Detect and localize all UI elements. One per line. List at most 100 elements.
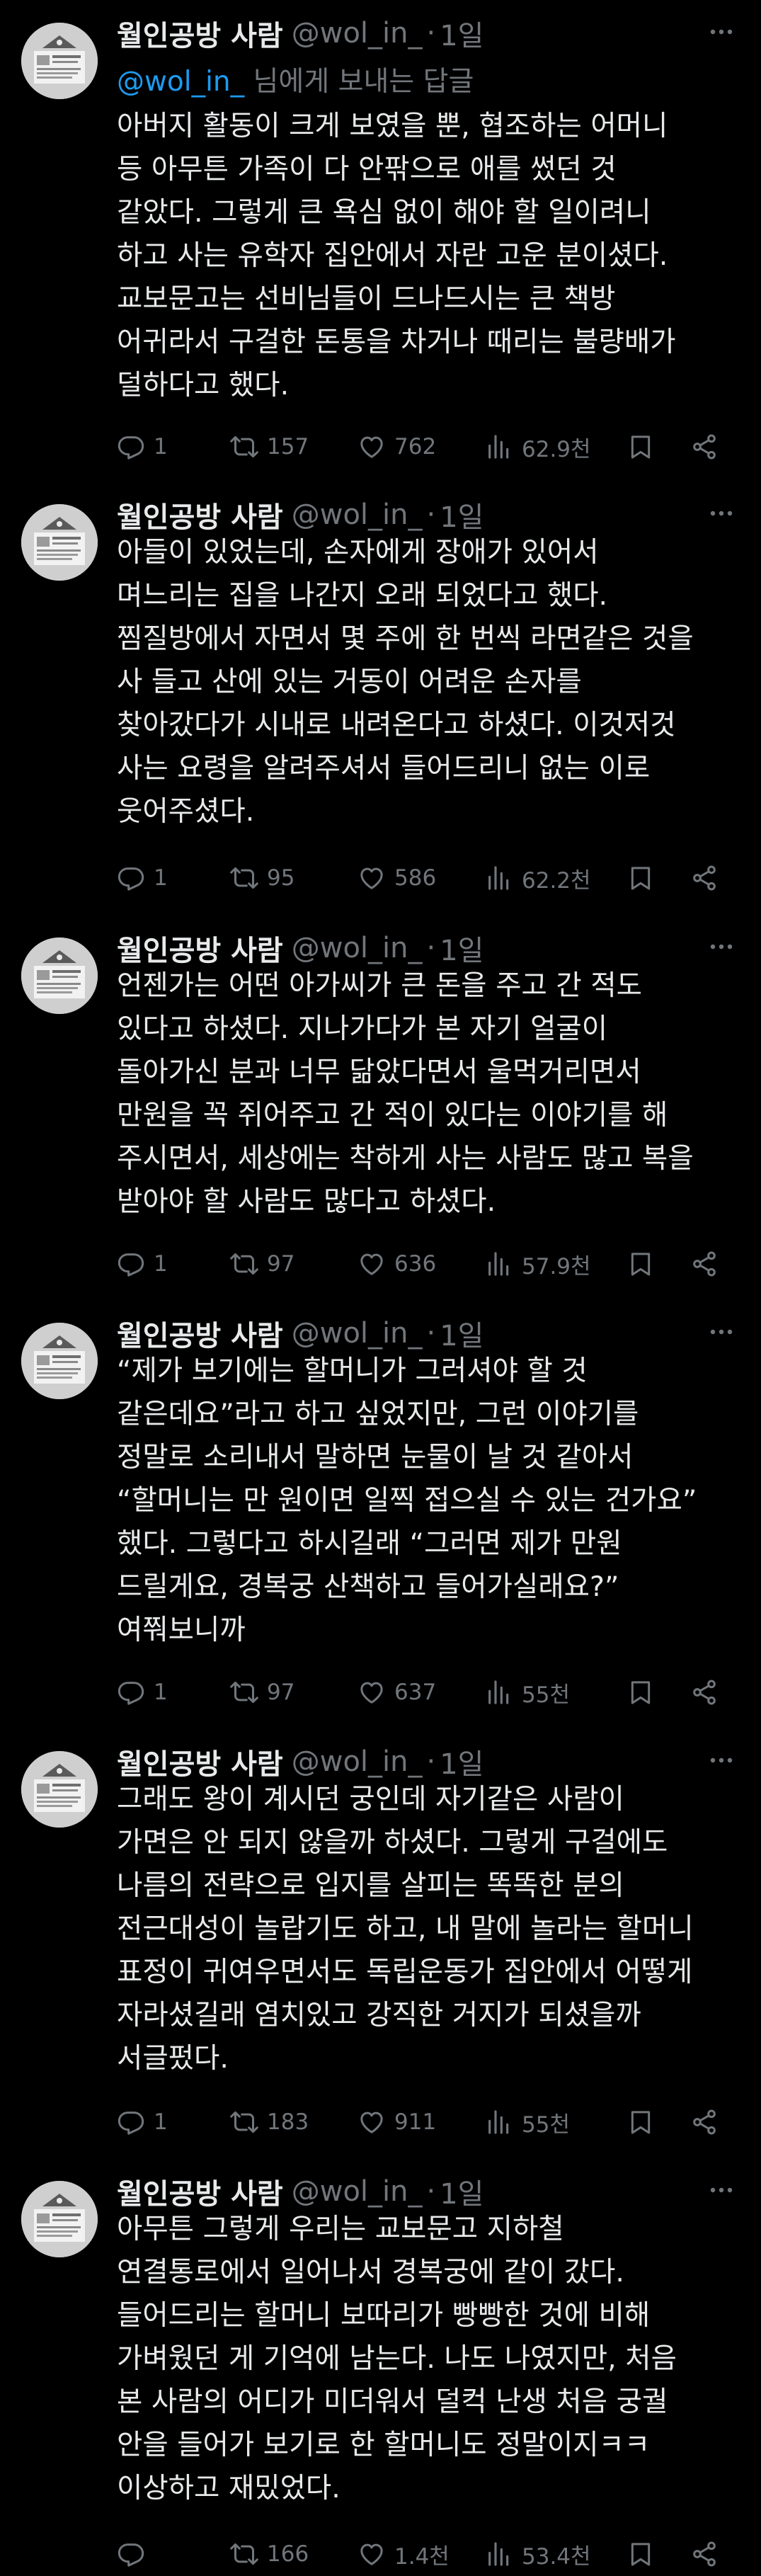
- tweet[interactable]: 월인공방 사람 @wol_in_ · 1일 그래도 왕이 계시던 궁인데 자기같…: [0, 1728, 761, 2158]
- avatar[interactable]: [21, 1323, 98, 1399]
- tweet[interactable]: 월인공방 사람 @wol_in_ · 1일 아들이 있었는데, 손자에게 장애가…: [0, 481, 761, 915]
- like-button[interactable]: 637: [357, 1678, 485, 1706]
- avatar[interactable]: [21, 1751, 98, 1828]
- bookmark-button[interactable]: [626, 1678, 655, 1706]
- tweet[interactable]: 월인공방 사람 @wol_in_ · 1일 언젠가는 어떤 아가씨가 큰 돈을 …: [0, 915, 761, 1300]
- views-button[interactable]: 62.2천: [485, 862, 626, 894]
- tweet-header: 월인공방 사람 @wol_in_ · 1일: [117, 928, 740, 969]
- timestamp[interactable]: 1일: [440, 494, 484, 535]
- more-icon[interactable]: [707, 496, 736, 531]
- author-name[interactable]: 월인공방 사람: [117, 13, 283, 54]
- reply-icon: [118, 1682, 144, 1705]
- heart-icon: [360, 2543, 383, 2565]
- author-handle[interactable]: @wol_in_: [292, 1317, 423, 1350]
- retweet-icon: [230, 1253, 258, 1275]
- retweet-button[interactable]: 157: [230, 433, 357, 461]
- tweet[interactable]: 월인공방 사람 @wol_in_ · 1일 아무튼 그렇게 우리는 교보문고 지…: [0, 2158, 761, 2576]
- more-icon[interactable]: [707, 1314, 736, 1350]
- author-handle[interactable]: @wol_in_: [292, 498, 423, 531]
- reply-button[interactable]: 1: [117, 1678, 230, 1706]
- action-bar: 1 183 911 55천: [117, 2104, 740, 2140]
- views-icon: [488, 435, 509, 459]
- views-button[interactable]: 62.9천: [485, 431, 626, 463]
- more-icon[interactable]: [707, 14, 736, 50]
- retweet-button[interactable]: 97: [230, 1678, 357, 1706]
- views-button[interactable]: 57.9천: [485, 1248, 626, 1280]
- author-name[interactable]: 월인공방 사람: [117, 1313, 283, 1354]
- more-icon[interactable]: [707, 1743, 736, 1778]
- like-button[interactable]: 911: [357, 2108, 485, 2136]
- share-button[interactable]: [690, 2108, 719, 2136]
- bookmark-button[interactable]: [626, 433, 655, 461]
- like-count: 911: [394, 2109, 437, 2135]
- avatar[interactable]: [21, 2181, 98, 2257]
- author-name[interactable]: 월인공방 사람: [117, 2171, 283, 2212]
- share-icon: [693, 865, 716, 891]
- retweet-button[interactable]: 183: [230, 2108, 357, 2136]
- views-button[interactable]: 55천: [485, 1677, 626, 1709]
- author-handle[interactable]: @wol_in_: [292, 932, 423, 964]
- avatar[interactable]: [21, 937, 98, 1014]
- tweet-text: 아들이 있었는데, 손자에게 장애가 있어서 며느리는 집을 나간지 오래 되었…: [117, 536, 694, 828]
- bookmark-button[interactable]: [626, 2540, 655, 2568]
- retweet-count: 166: [267, 2541, 309, 2567]
- like-button[interactable]: 1.4천: [357, 2538, 485, 2570]
- author-name[interactable]: 월인공방 사람: [117, 1741, 283, 1782]
- author-handle[interactable]: @wol_in_: [292, 17, 423, 50]
- timestamp[interactable]: 1일: [440, 13, 484, 54]
- bookmark-button[interactable]: [626, 1250, 655, 1278]
- action-bar: 1 97 637 55천: [117, 1675, 740, 1710]
- author-name[interactable]: 월인공방 사람: [117, 494, 283, 535]
- like-button[interactable]: 762: [357, 433, 485, 461]
- tweet-header: 월인공방 사람 @wol_in_ · 1일: [117, 2171, 740, 2212]
- avatar-image: [21, 504, 98, 581]
- author-name[interactable]: 월인공방 사람: [117, 928, 283, 969]
- share-icon: [693, 1680, 716, 1705]
- views-button[interactable]: 55천: [485, 2107, 626, 2138]
- reply-button[interactable]: 1: [117, 433, 230, 461]
- more-icon[interactable]: [707, 929, 736, 964]
- action-bar: 166 1.4천 53.4천: [117, 2536, 740, 2572]
- author-handle[interactable]: @wol_in_: [292, 1745, 423, 1778]
- share-button[interactable]: [690, 864, 719, 892]
- avatar[interactable]: [21, 23, 98, 99]
- like-button[interactable]: 636: [357, 1250, 485, 1278]
- tweet-text: 그래도 왕이 계시던 궁인데 자기같은 사람이 가면은 안 되지 않을까 하셨다…: [117, 1783, 694, 2075]
- share-button[interactable]: [690, 1250, 719, 1278]
- bookmark-button[interactable]: [626, 864, 655, 892]
- reply-button[interactable]: 1: [117, 1250, 230, 1278]
- timestamp[interactable]: 1일: [440, 928, 484, 969]
- retweet-button[interactable]: 97: [230, 1250, 357, 1278]
- mention-link[interactable]: @wol_in_: [117, 66, 244, 98]
- like-button[interactable]: 586: [357, 864, 485, 892]
- tweet-thread: 월인공방 사람 @wol_in_ · 1일 아버지 활동이 크게 보였을 뿐, …: [0, 0, 761, 2576]
- timestamp[interactable]: 1일: [440, 1741, 484, 1782]
- retweet-button[interactable]: 95: [230, 864, 357, 892]
- timestamp[interactable]: 1일: [440, 2171, 484, 2212]
- bookmark-button[interactable]: [626, 2108, 655, 2136]
- tweet[interactable]: 월인공방 사람 @wol_in_ · 1일 “제가 보기에는 할머니가 그러셔야…: [0, 1300, 761, 1728]
- share-button[interactable]: [690, 1678, 719, 1706]
- retweet-button[interactable]: 166: [230, 2540, 357, 2568]
- reply-button[interactable]: 1: [117, 2108, 230, 2136]
- bookmark-icon: [631, 2543, 651, 2566]
- share-button[interactable]: [690, 433, 719, 461]
- reply-button[interactable]: [117, 2540, 230, 2568]
- tweet[interactable]: 월인공방 사람 @wol_in_ · 1일 아버지 활동이 크게 보였을 뿐, …: [0, 0, 761, 481]
- avatar-image: [21, 23, 98, 99]
- author-handle[interactable]: @wol_in_: [292, 2175, 423, 2208]
- timestamp[interactable]: 1일: [440, 1313, 484, 1354]
- retweet-count: 95: [267, 865, 295, 891]
- action-bar: 1 97 636 57.9천: [117, 1246, 740, 1282]
- separator-dot: ·: [426, 932, 436, 964]
- share-button[interactable]: [690, 2540, 719, 2568]
- reply-button[interactable]: 1: [117, 864, 230, 892]
- views-button[interactable]: 53.4천: [485, 2538, 626, 2570]
- avatar[interactable]: [21, 504, 98, 581]
- reply-count: 1: [154, 865, 168, 891]
- separator-dot: ·: [426, 17, 436, 50]
- action-bar: 1 95 586 62.2천: [117, 860, 740, 896]
- retweet-icon: [230, 1682, 258, 1703]
- more-icon[interactable]: [707, 2172, 736, 2208]
- heart-icon: [360, 867, 383, 889]
